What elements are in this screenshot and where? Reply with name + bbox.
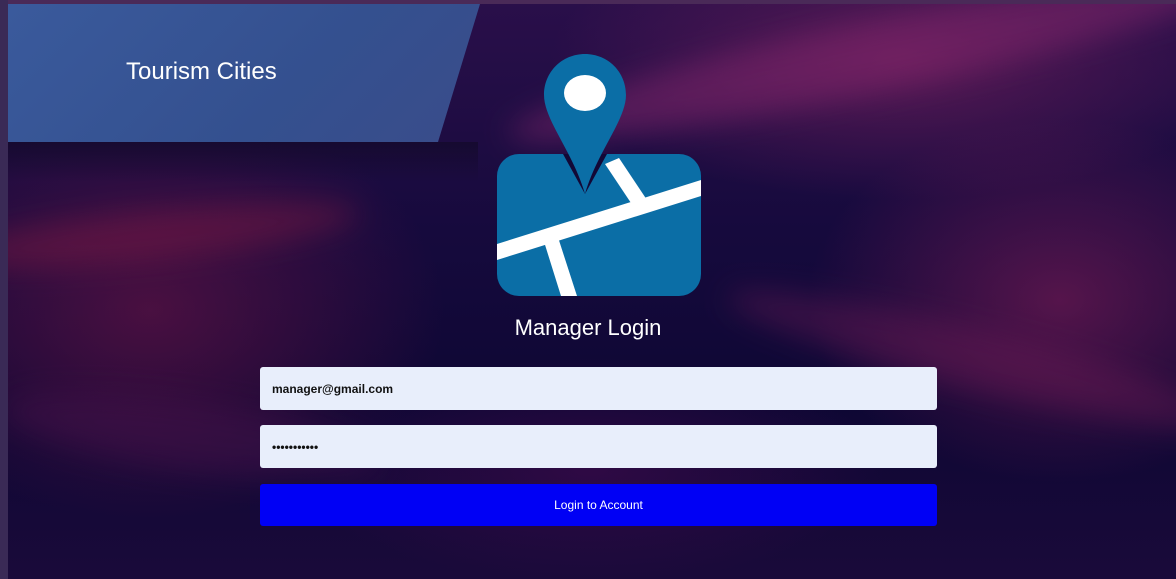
window-left-edge: [0, 0, 8, 579]
map-location-pin-icon: [497, 54, 701, 296]
login-screen: Tourism Cities Manager Login Login to Ac…: [0, 0, 1176, 579]
header-banner-shadow: [8, 142, 478, 182]
brand-title: Tourism Cities: [126, 58, 277, 85]
window-top-edge: [0, 0, 1176, 4]
login-title: Manager Login: [514, 315, 662, 340]
email-field[interactable]: [260, 367, 937, 410]
password-field[interactable]: [260, 425, 937, 468]
login-button[interactable]: Login to Account: [260, 484, 937, 526]
